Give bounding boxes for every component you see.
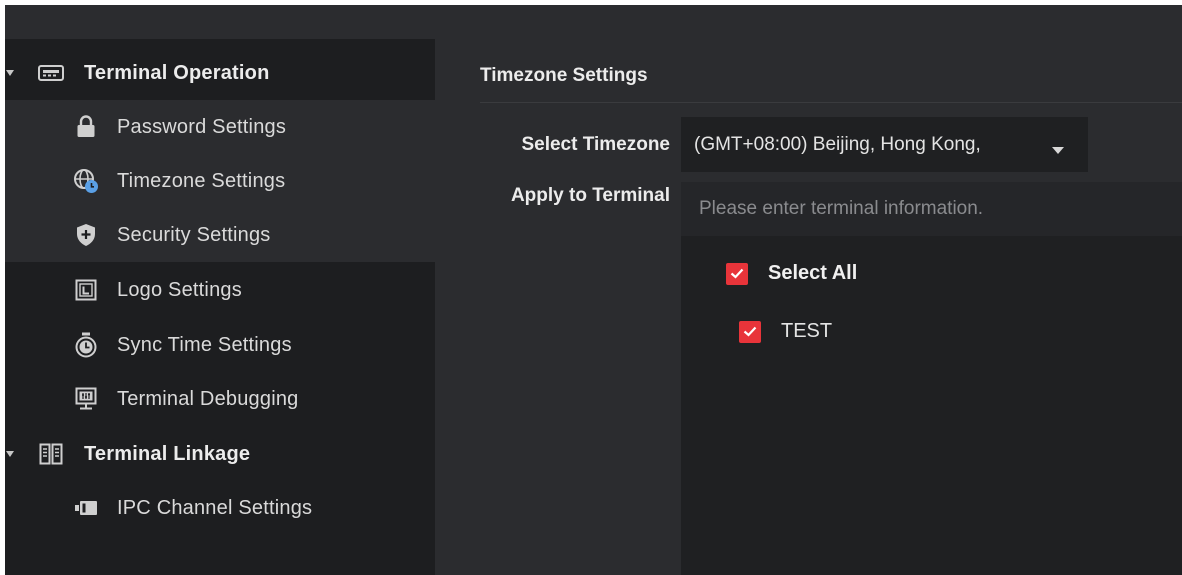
caret-down-icon[interactable]: [5, 449, 15, 459]
sidebar-group-terminal-operation[interactable]: Terminal Operation: [5, 46, 435, 100]
sidebar-item-label: Sync Time Settings: [117, 333, 292, 356]
stopwatch-icon: [73, 332, 99, 358]
caret-down-icon[interactable]: [5, 68, 15, 78]
sidebar-item-logo-settings[interactable]: Logo Settings: [5, 263, 435, 317]
sidebar-item-ipc-channel-settings[interactable]: IPC Channel Settings: [5, 481, 435, 535]
shield-plus-icon: [73, 222, 99, 248]
terminal-checkbox[interactable]: [739, 320, 761, 343]
sidebar-group-terminal-linkage[interactable]: Terminal Linkage: [5, 427, 435, 481]
terminal-checkbox-row[interactable]: TEST: [739, 320, 832, 343]
debug-monitor-icon: [73, 386, 99, 412]
sidebar-item-timezone-settings[interactable]: Timezone Settings: [5, 154, 435, 208]
timezone-select-value: (GMT+08:00) Beijing, Hong Kong,: [694, 133, 981, 155]
checkmark-icon: [730, 268, 744, 279]
lock-icon: [73, 114, 99, 140]
sidebar: Terminal Operation Password Settings Tim…: [5, 39, 435, 575]
camera-channel-icon: [73, 495, 99, 521]
sidebar-item-terminal-debugging[interactable]: Terminal Debugging: [5, 372, 435, 426]
logo-frame-icon: [73, 277, 99, 303]
select-timezone-label: Select Timezone: [521, 134, 670, 155]
top-strip: [5, 5, 1182, 39]
sidebar-item-label: IPC Channel Settings: [117, 496, 313, 519]
terminal-search-input[interactable]: [681, 182, 1182, 236]
sidebar-item-label: Timezone Settings: [117, 169, 286, 192]
linkage-panels-icon: [38, 443, 64, 465]
sidebar-item-label: Security Settings: [117, 223, 271, 246]
sidebar-group-label: Terminal Operation: [84, 61, 270, 84]
app-window: Terminal Operation Password Settings Tim…: [5, 5, 1182, 575]
dropdown-arrow-icon[interactable]: [1052, 141, 1064, 159]
select-all-label: Select All: [768, 262, 858, 284]
terminal-label: TEST: [781, 320, 833, 342]
title-divider: [480, 102, 1182, 103]
main-content: Timezone Settings Select Timezone (GMT+0…: [435, 39, 1182, 575]
checkmark-icon: [743, 326, 757, 337]
terminal-device-icon: [38, 62, 64, 84]
apply-to-terminal-label: Apply to Terminal: [510, 185, 670, 206]
sidebar-item-sync-time-settings[interactable]: Sync Time Settings: [5, 318, 435, 372]
page-title: Timezone Settings: [480, 65, 648, 86]
select-all-checkbox[interactable]: [726, 262, 748, 285]
sidebar-item-label: Password Settings: [117, 115, 287, 138]
timezone-select[interactable]: (GMT+08:00) Beijing, Hong Kong,: [681, 117, 1088, 172]
globe-clock-icon: [73, 168, 99, 194]
sidebar-item-label: Logo Settings: [117, 278, 242, 301]
sidebar-item-password-settings[interactable]: Password Settings: [5, 100, 435, 154]
sidebar-group-label: Terminal Linkage: [84, 442, 251, 465]
select-all-checkbox-row[interactable]: Select All: [726, 262, 857, 285]
sidebar-item-security-settings[interactable]: Security Settings: [5, 208, 435, 262]
sidebar-item-label: Terminal Debugging: [117, 387, 299, 410]
terminal-list-panel: Select All TEST: [681, 182, 1182, 575]
